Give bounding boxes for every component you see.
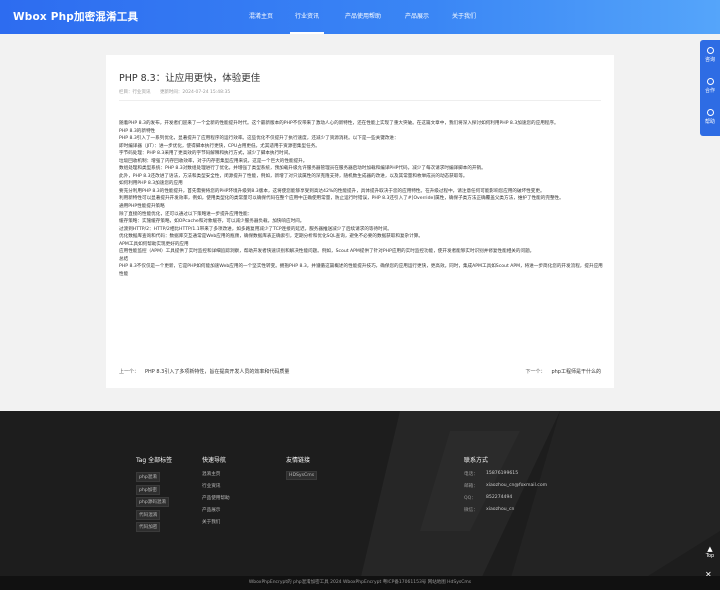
copyright-bar: WboxPhpEncrypt的 php混淆加密工具 2024 WboxPhpEn… bbox=[0, 576, 720, 590]
title-divider bbox=[119, 100, 601, 101]
contact-wechat: xiaozhou_cn bbox=[486, 507, 515, 512]
article-paragraph: PHP 8.3引入了一系列优化，显著提升了应用程序的运行效率。这些优化不仅提升了… bbox=[119, 136, 399, 142]
article-paragraph: 除了直接的性能优化，还可以通过以下策略进一步提升应用性能： bbox=[119, 211, 253, 217]
article-paragraph: 即时编译器（JIT）：进一步优化，使得脚本执行更快，CPU占用更低，尤其适用于资… bbox=[119, 143, 320, 149]
article-time: 更新时间：2024-07-24 15:48:35 bbox=[159, 90, 231, 95]
footer-decoration bbox=[360, 411, 720, 581]
prev-article-link[interactable]: PHP 8.3引入了多项新特性，旨在提高开发人员的效率和代码质量 bbox=[145, 369, 289, 375]
footer-nav-link[interactable]: 行业资讯 bbox=[202, 483, 220, 489]
float-consult[interactable]: 咨询 bbox=[700, 47, 720, 63]
article-paragraph: 通用PHP性能提升策略 bbox=[119, 204, 165, 210]
article-paragraph: 缓存策略：实施缓存策略，如OPcache和对象缓存，可以减少服务器负载，加快响应… bbox=[119, 219, 305, 225]
nav-item-help[interactable]: 产品使用帮助 bbox=[340, 0, 386, 34]
footer-tags-title: Tag 全部标签 bbox=[136, 457, 173, 464]
article-paragraph: 字节码处理：PHP 8.3采用了更高效的字节码解释和执行方式，减少了脚本执行时间… bbox=[119, 151, 293, 157]
article-category: 栏目：行业资讯 bbox=[119, 90, 151, 95]
contact-email[interactable]: xiaozhou_cn@foxmail.com bbox=[486, 483, 547, 488]
contact-phone-label: 电话： bbox=[464, 472, 478, 477]
site-header: Wbox Php加密混淆工具 混淆主页 行业资讯 产品使用帮助 产品展示 关于我… bbox=[0, 0, 720, 34]
help-icon bbox=[706, 109, 714, 116]
float-cooperate[interactable]: 合作 bbox=[700, 78, 720, 94]
footer-tag[interactable]: php加密 bbox=[136, 485, 160, 495]
nav-item-home[interactable]: 混淆主页 bbox=[238, 0, 284, 34]
handshake-icon bbox=[706, 78, 714, 85]
article-paragraph: 应用性能监控（APM）工具提供了实时监控和详细追踪洞察，帮助开发者快速识别和解决… bbox=[119, 249, 535, 255]
float-help-label: 帮助 bbox=[704, 119, 715, 125]
contact-qq-label: QQ： bbox=[464, 496, 476, 501]
article-paragraph: 随着PHP 8.3的发布，开发者们迎来了一个全新的性能提升时代。这个最新版本的P… bbox=[119, 121, 559, 126]
article-paragraph: 总结 bbox=[119, 256, 129, 262]
article-card: PHP 8.3：让应用更快，体验更佳 栏目：行业资讯 更新时间：2024-07-… bbox=[106, 55, 614, 388]
main-nav: 混淆主页 行业资讯 产品使用帮助 产品展示 关于我们 bbox=[238, 0, 481, 34]
article-title: PHP 8.3：让应用更快，体验更佳 bbox=[119, 73, 261, 84]
prev-article: 上一个： PHP 8.3引入了多项新特性，旨在提高开发人员的效率和代码质量 bbox=[119, 368, 289, 375]
footer-friend-link[interactable]: HDSysCms bbox=[286, 471, 318, 480]
nav-item-products[interactable]: 产品展示 bbox=[400, 0, 434, 34]
top-label: Top bbox=[705, 553, 715, 559]
nav-item-about[interactable]: 关于我们 bbox=[447, 0, 481, 34]
nav-item-news[interactable]: 行业资讯 bbox=[290, 0, 324, 34]
site-footer: Tag 全部标签 php混淆 php加密 php源码混淆 代码混淆 代码加密 快… bbox=[0, 411, 720, 581]
footer-nav-link[interactable]: 混淆主页 bbox=[202, 471, 220, 477]
contact-wechat-label: 微信： bbox=[464, 508, 478, 513]
article-paragraph: 过渡到HTTP/2：HTTP/2相比HTTP/1.1带来了多项改进，如多路复用减… bbox=[119, 226, 392, 232]
float-cooperate-label: 合作 bbox=[704, 88, 715, 94]
arrow-up-icon: ▲ bbox=[707, 545, 713, 553]
footer-friend-title: 友情链接 bbox=[286, 457, 311, 464]
footer-nav-title: 快速导航 bbox=[202, 457, 227, 464]
contact-email-label: 邮箱： bbox=[464, 484, 478, 489]
floating-contact-bar: 咨询 合作 帮助 bbox=[700, 40, 720, 136]
float-consult-label: 咨询 bbox=[704, 57, 715, 63]
chat-icon bbox=[706, 47, 714, 54]
article-content: 随着PHP 8.3的发布，开发者们迎来了一个全新的性能提升时代。这个最新版本的P… bbox=[119, 120, 605, 278]
article-paragraph: 此外，PHP 8.3还改进了语法，方法和类型安全性，闭源提升了性能，例如，新增了… bbox=[119, 173, 468, 179]
footer-nav-link[interactable]: 关于我们 bbox=[202, 519, 220, 525]
next-label: 下一个： bbox=[525, 369, 546, 375]
prev-label: 上一个： bbox=[119, 369, 140, 375]
article-paragraph: 利用新特性可以显著提升开发效率，例如，使用类型化的类常量可以确保代码在整个应用中… bbox=[119, 196, 564, 202]
footer-tag[interactable]: 代码加密 bbox=[136, 522, 161, 532]
footer-tag[interactable]: php源码混淆 bbox=[136, 497, 170, 507]
footer-tag[interactable]: php混淆 bbox=[136, 472, 160, 482]
back-to-top-button[interactable]: ▲ Top bbox=[700, 545, 720, 565]
float-help[interactable]: 帮助 bbox=[700, 109, 720, 125]
footer-nav-link[interactable]: 产品使用帮助 bbox=[202, 495, 230, 501]
article-paragraph: 垃圾回收机制：增强了内存回收效率，对于内存密集型应用来说，这是一个巨大的性能提升… bbox=[119, 158, 308, 164]
article-meta: 栏目：行业资讯 更新时间：2024-07-24 15:48:35 bbox=[119, 89, 238, 95]
footer-tag[interactable]: 代码混淆 bbox=[136, 510, 161, 520]
article-paragraph: 要充分利用PHP 8.3的性能提升，首先需要将您的PHP环境升级到8.3版本，这… bbox=[119, 188, 545, 194]
footer-nav-link[interactable]: 产品展示 bbox=[202, 507, 220, 513]
contact-qq: 852274494 bbox=[486, 495, 513, 500]
site-logo[interactable]: Wbox Php加密混淆工具 bbox=[13, 9, 138, 24]
article-paragraph: PHP 8.3的新特性 bbox=[119, 128, 156, 134]
article-paragraph: 数组处理和类型系统：PHP 8.3对数组处理进行了优化，并增强了类型系统，预加载… bbox=[119, 166, 486, 172]
article-paragraph: 如何利用PHP 8.3加速您的应用 bbox=[119, 181, 183, 187]
footer-contact-title: 联系方式 bbox=[464, 457, 489, 464]
next-article: 下一个： php工程师是干什么的 bbox=[525, 368, 601, 375]
article-paragraph: APM工具如何帮助实现更好的应用 bbox=[119, 241, 189, 247]
next-article-link[interactable]: php工程师是干什么的 bbox=[551, 369, 601, 375]
article-paragraph: PHP 8.3不仅仅是一个更新，它是PHP如何能加速Web应用的一个坚实性转变。… bbox=[119, 264, 603, 277]
contact-phone: 15876199615 bbox=[486, 471, 519, 476]
article-paragraph: 优化数据库查询和代码：数据库交互通常是Web应用的瓶颈，确保数据库表正确索引，定… bbox=[119, 234, 423, 240]
